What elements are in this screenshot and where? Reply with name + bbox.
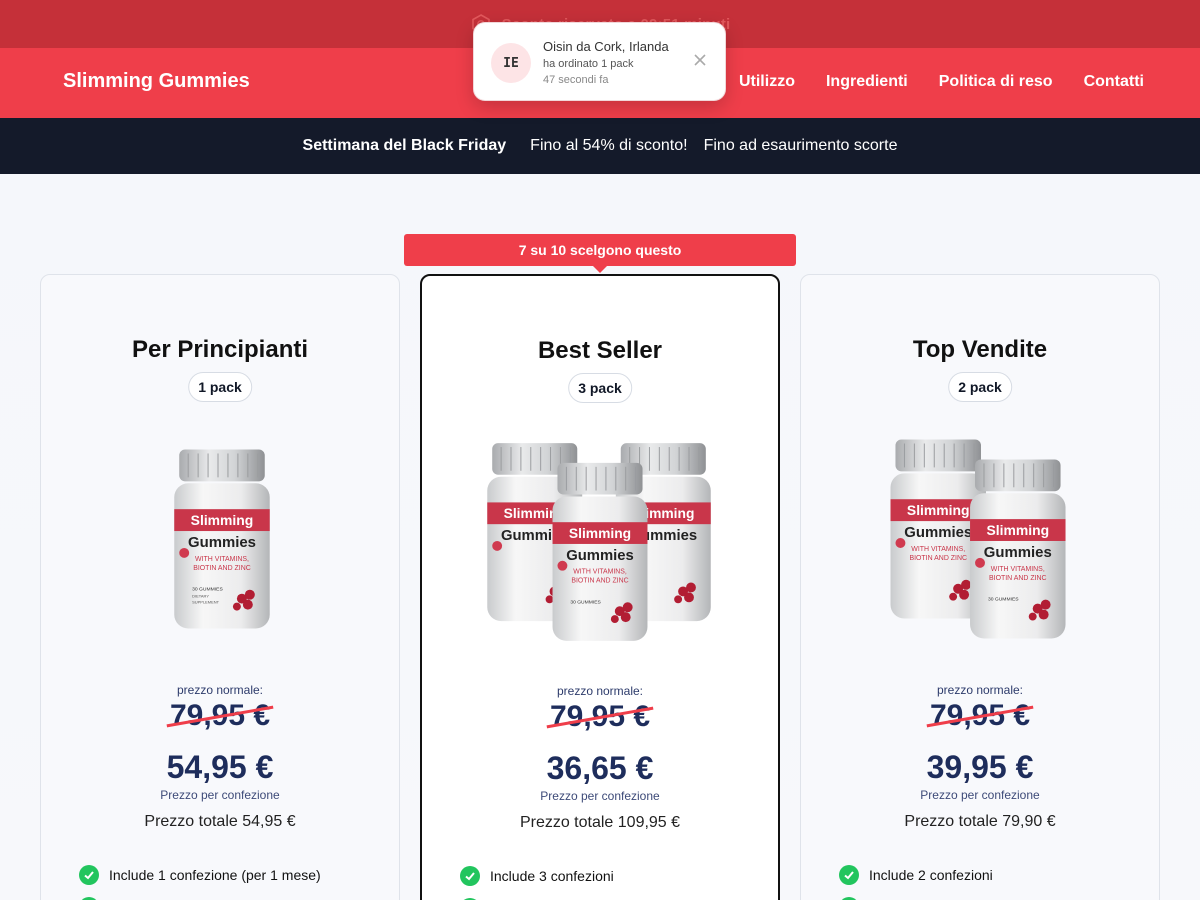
bottle-label-name: Gummies	[984, 545, 1052, 561]
bottle-label-name: Gummies	[566, 548, 634, 564]
feature-item: Include 2 confezioni	[839, 865, 993, 885]
bottle-label-count: 30 GUMMIES	[192, 587, 223, 593]
normal-price-label: prezzo normale:	[556, 684, 644, 698]
card-title: Top Vendite	[912, 336, 1048, 363]
feature-item: Include 1 confezione (per 1 mese)	[79, 865, 321, 885]
bottle-label-sub2: BIOTIN AND ZINC	[989, 575, 1047, 582]
bottle-label-brand: Slimming	[191, 512, 254, 528]
promo-discount: Fino al 54% di sconto!	[530, 137, 688, 154]
normal-price-label: prezzo normale:	[936, 683, 1024, 697]
bottle-label-brand: Slimming	[907, 502, 970, 518]
old-price: 79,95 €	[41, 699, 399, 733]
check-circle-icon	[79, 865, 99, 885]
bottle-label-sub1: WITH VITAMINS,	[911, 546, 965, 553]
close-icon[interactable]	[693, 53, 707, 67]
check-circle-icon	[460, 866, 480, 886]
bottle-label-name: Gummies	[188, 535, 256, 551]
check-circle-icon	[839, 865, 859, 885]
nav-link-politica-di-reso[interactable]: Politica di reso	[939, 73, 1053, 91]
old-price: 79,95 €	[801, 699, 1159, 733]
pricing-card-1-pack[interactable]: Per Principianti 1 pack Slimming Gummies…	[40, 274, 400, 900]
old-price: 79,95 €	[422, 700, 778, 734]
card-title: Per Principianti	[131, 336, 309, 363]
bottle-label-sub1: WITH VITAMINS,	[991, 566, 1045, 573]
card-title: Best Seller	[537, 337, 663, 364]
order-text: ha ordinato 1 pack	[543, 58, 634, 70]
nav-link-utilizzo[interactable]: Utilizzo	[739, 73, 795, 91]
bottle-label-brand: Slimming	[986, 522, 1049, 538]
customer-name: Oisin da Cork, Irlanda	[543, 39, 669, 54]
feature-text: Include 3 confezioni	[490, 868, 614, 884]
per-pack-label: Prezzo per confezione	[920, 788, 1040, 802]
per-pack-label: Prezzo per confezione	[160, 788, 280, 802]
pack-badge: 2 pack	[948, 372, 1012, 402]
bottle-label-sub1: WITH VITAMINS,	[573, 569, 627, 576]
promo-bar: Settimana del Black Friday Fino al 54% d…	[0, 118, 1200, 174]
brand-logo[interactable]: Slimming Gummies	[63, 70, 250, 93]
per-pack-label: Prezzo per confezione	[540, 789, 660, 803]
bottle-label-sub2: BIOTIN AND ZINC	[909, 555, 967, 562]
product-image-2-bottles: Slimming Gummies WITH VITAMINS, BIOTIN A…	[890, 439, 1067, 639]
bottle-label-sub2: BIOTIN AND ZINC	[571, 578, 628, 585]
feature-item: Include 3 confezioni	[460, 866, 614, 886]
bottle-label-name: Gummies	[904, 525, 972, 541]
bottle-label-sub2: BIOTIN AND ZINC	[193, 565, 251, 572]
total-price: Prezzo totale 79,90 €	[904, 813, 1056, 830]
nav-link-contatti[interactable]: Contatti	[1084, 73, 1144, 91]
best-choice-ribbon: 7 su 10 scelgono questo	[404, 234, 796, 273]
nav-link-ingredienti[interactable]: Ingredienti	[826, 73, 908, 91]
pack-badge: 3 pack	[568, 373, 632, 403]
pack-badge: 1 pack	[188, 372, 252, 402]
feature-text: Include 2 confezioni	[869, 867, 993, 883]
unit-price: 36,65 €	[546, 750, 654, 786]
bottle-label-supplement: SUPPLEMENT	[192, 600, 219, 605]
recent-order-toast: IE Oisin da Cork, Irlanda ha ordinato 1 …	[473, 22, 726, 101]
total-price: Prezzo totale 109,95 €	[519, 814, 681, 831]
total-price: Prezzo totale 54,95 €	[144, 813, 296, 830]
promo-title: Settimana del Black Friday	[302, 137, 507, 154]
bottle-label-count: 30 GUMMIES	[988, 597, 1019, 603]
unit-price: 54,95 €	[166, 749, 274, 785]
promo-stock: Fino ad esaurimento scorte	[703, 137, 898, 154]
country-flag: IE	[491, 43, 531, 83]
pricing-card-2-pack[interactable]: Top Vendite 2 pack Slimming Gummies WITH…	[800, 274, 1160, 900]
product-image-1-bottle: Slimming Gummies WITH VITAMINS, BIOTIN A…	[173, 448, 271, 629]
normal-price-label: prezzo normale:	[176, 683, 264, 697]
bottle-label-sub1: WITH VITAMINS,	[195, 556, 249, 563]
product-image-3-bottles: Slimming Gummies Slimming Gummies Slimmi…	[486, 442, 712, 642]
nav-links: Utilizzo Ingredienti Politica di reso Co…	[739, 73, 1144, 91]
bottle-label-dietary: DIETARY	[192, 594, 209, 599]
feature-text: Include 1 confezione (per 1 mese)	[109, 867, 321, 883]
pricing-card-3-pack[interactable]: Best Seller 3 pack Slimming Gummies Slim…	[420, 274, 780, 900]
bottle-label-count: 30 GUMMIES	[570, 599, 601, 605]
order-time: 47 secondi fa	[543, 74, 609, 86]
bottle-label-brand: Slimming	[569, 525, 631, 541]
unit-price: 39,95 €	[926, 749, 1034, 785]
